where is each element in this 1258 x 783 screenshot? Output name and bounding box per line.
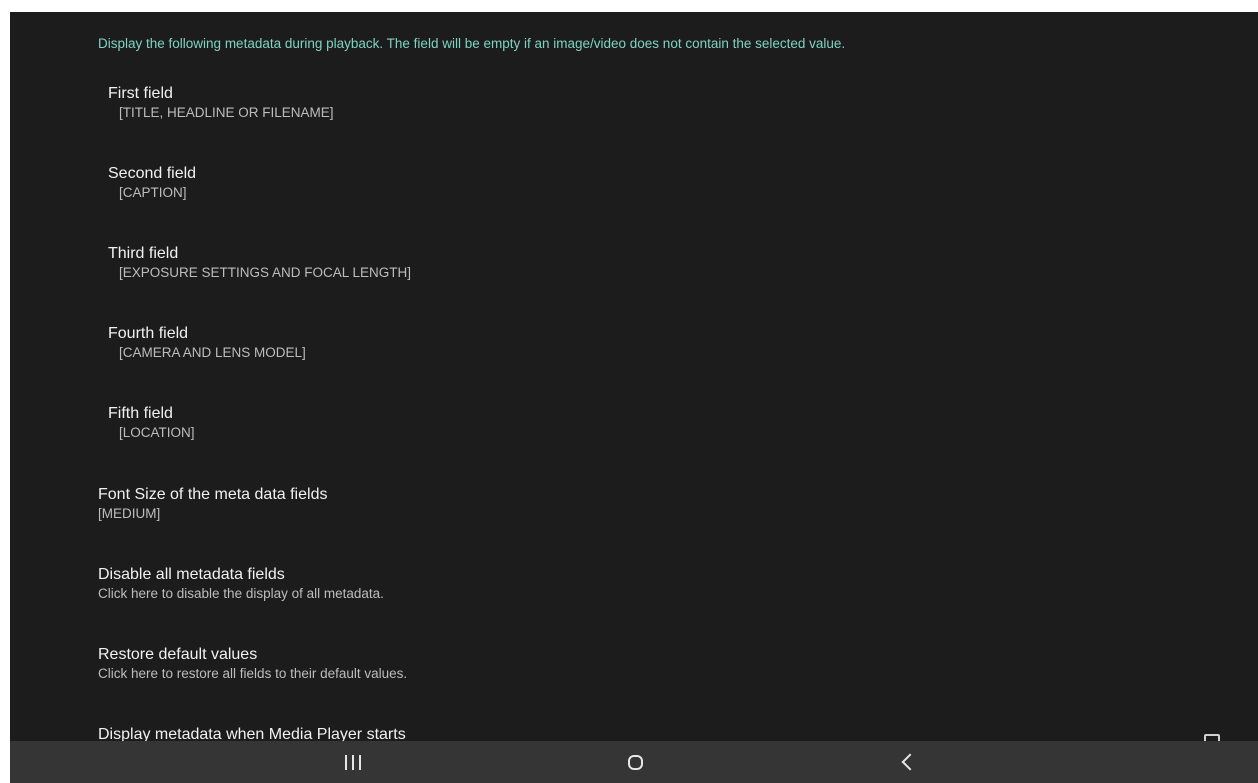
- pref-summary: [CAMERA AND LENS MODEL]: [119, 345, 306, 360]
- pref-summary: Click here to restore all fields to thei…: [98, 666, 408, 681]
- pref-disable-metadata[interactable]: Disable all metadata fields Click here t…: [98, 565, 384, 603]
- pref-summary: Click here to disable the display of all…: [98, 586, 384, 601]
- pref-fourth-field[interactable]: Fourth field [CAMERA AND LENS MODEL]: [108, 324, 306, 362]
- metadata-description: Display the following metadata during pl…: [98, 36, 846, 51]
- pref-restore-defaults[interactable]: Restore default values Click here to res…: [98, 645, 407, 683]
- pref-title: Third field: [108, 245, 179, 262]
- pref-title: Fourth field: [108, 325, 189, 342]
- pref-summary: [TITLE, HEADLINE OR FILENAME]: [119, 105, 334, 120]
- pref-fifth-field[interactable]: Fifth field [LOCATION]: [108, 404, 195, 442]
- settings-screen: Display the following metadata during pl…: [10, 12, 1258, 783]
- back-icon: [901, 753, 918, 771]
- pref-third-field[interactable]: Third field [EXPOSURE SETTINGS AND FOCAL…: [108, 244, 411, 282]
- navigation-bar: [10, 741, 1258, 783]
- recents-button[interactable]: [323, 741, 383, 783]
- pref-title: Display metadata when Media Player start…: [98, 726, 406, 741]
- pref-summary: [CAPTION]: [119, 185, 187, 200]
- pref-first-field[interactable]: First field [TITLE, HEADLINE OR FILENAME…: [108, 84, 334, 122]
- display-on-start-checkbox[interactable]: [1204, 734, 1220, 741]
- pref-title: Disable all metadata fields: [98, 566, 285, 583]
- pref-second-field[interactable]: Second field [CAPTION]: [108, 164, 196, 202]
- pref-title: Second field: [108, 165, 197, 182]
- pref-title: Font Size of the meta data fields: [98, 486, 328, 503]
- pref-summary: [MEDIUM]: [98, 506, 161, 521]
- pref-title: First field: [108, 85, 173, 102]
- pref-summary: [EXPOSURE SETTINGS AND FOCAL LENGTH]: [119, 265, 412, 280]
- home-button[interactable]: [605, 741, 665, 783]
- preferences-list: Display the following metadata during pl…: [10, 12, 1258, 741]
- pref-summary: [LOCATION]: [119, 425, 195, 440]
- back-button[interactable]: [877, 741, 937, 783]
- pref-title: Fifth field: [108, 405, 173, 422]
- pref-title: Restore default values: [98, 646, 258, 663]
- pref-display-on-start[interactable]: Display metadata when Media Player start…: [98, 725, 406, 741]
- pref-font-size[interactable]: Font Size of the meta data fields [MEDIU…: [98, 485, 327, 523]
- recents-icon: [345, 754, 361, 770]
- home-icon: [627, 754, 643, 770]
